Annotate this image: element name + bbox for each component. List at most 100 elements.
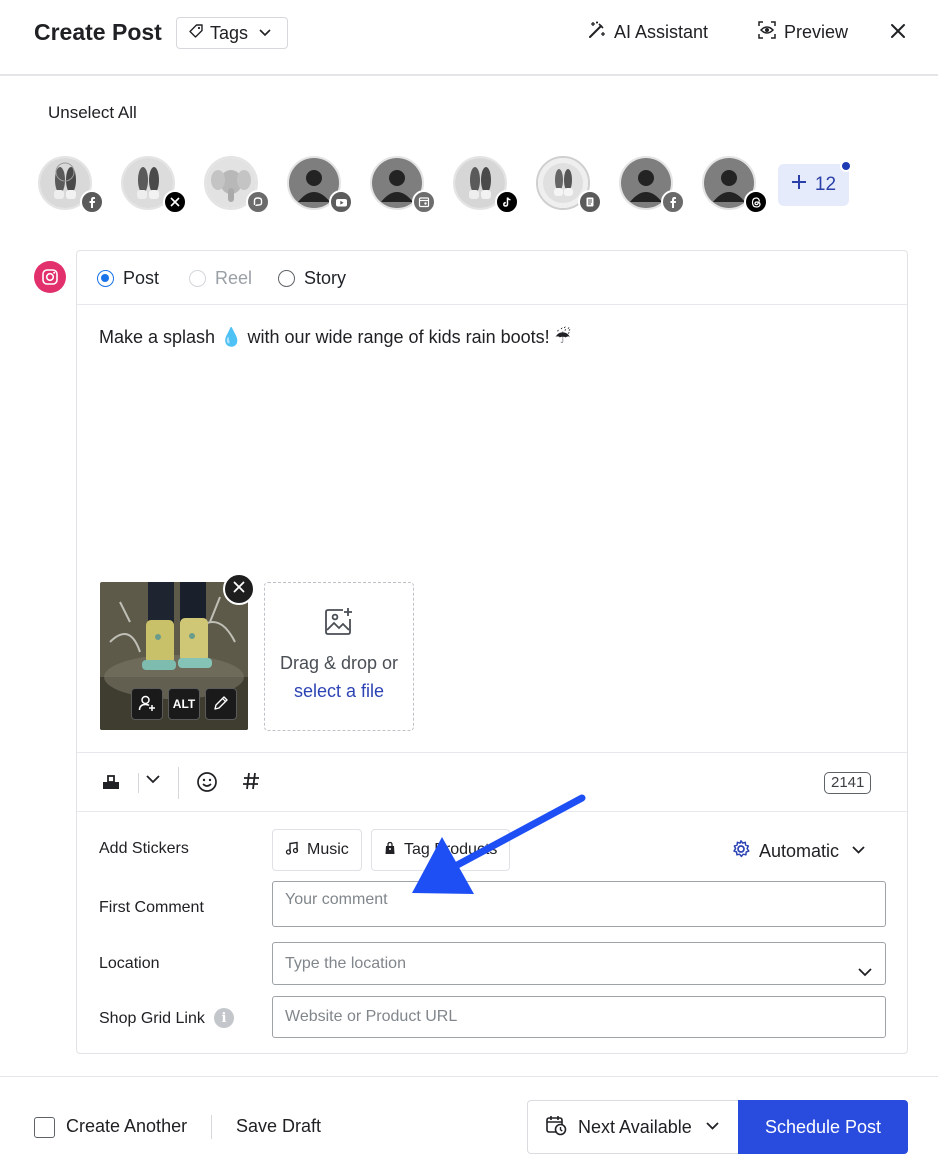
x-icon — [163, 190, 187, 214]
eye-icon — [757, 20, 777, 45]
ai-assistant-label: AI Assistant — [614, 22, 709, 42]
create-another-checkbox[interactable] — [34, 1117, 55, 1138]
music-label: Music — [307, 841, 349, 858]
shop-grid-link-label: Shop Grid Link — [99, 1010, 205, 1027]
radio-unchecked-icon — [278, 270, 295, 287]
annotation-arrow — [412, 794, 586, 894]
calendar-clock-icon — [545, 1114, 567, 1141]
post-type-label: Story — [304, 268, 347, 288]
post-type-label: Reel — [215, 268, 253, 288]
chevron-down-icon — [145, 771, 161, 792]
more-accounts-count: 12 — [814, 174, 837, 195]
automatic-label: Automatic — [759, 841, 840, 861]
account-avatar[interactable] — [453, 156, 519, 214]
location-select[interactable]: Type the location — [272, 942, 886, 985]
post-editor: Post Reel Story Make a splash 💧 with our… — [76, 250, 908, 1054]
media-dropzone[interactable]: Drag & drop or select a file — [264, 582, 414, 731]
tags-label: Tags — [210, 22, 249, 43]
tags-button[interactable]: Tags — [176, 17, 288, 49]
plus-icon — [791, 174, 807, 196]
hashtag-button[interactable] — [241, 771, 261, 796]
tiktok-icon — [495, 190, 519, 214]
remove-media-button[interactable] — [223, 573, 255, 605]
emoji-icon — [196, 771, 218, 798]
youtube-icon — [329, 190, 353, 214]
page-icon — [578, 190, 602, 214]
user-add-icon — [138, 694, 156, 715]
tag-people-button[interactable] — [131, 688, 163, 720]
library-dropdown-button[interactable] — [145, 771, 161, 792]
mastodon-icon — [246, 190, 270, 214]
info-icon[interactable]: i — [214, 1008, 234, 1028]
account-avatar[interactable] — [536, 156, 602, 214]
schedule-post-button[interactable]: Schedule Post — [738, 1100, 908, 1154]
save-draft-button[interactable]: Save Draft — [236, 1116, 321, 1137]
unselect-all-button[interactable]: Unselect All — [48, 103, 137, 123]
next-available-dropdown[interactable]: Next Available — [527, 1100, 739, 1154]
select-file-link[interactable]: select a file — [265, 681, 413, 702]
post-type-reel-radio[interactable]: Reel — [189, 268, 252, 289]
post-type-story-radio[interactable]: Story — [278, 268, 346, 289]
account-avatar[interactable] — [287, 156, 353, 214]
footer: Create Another Save Draft Next Available… — [0, 1076, 938, 1164]
alt-label: ALT — [172, 697, 196, 711]
post-type-label: Post — [123, 268, 160, 288]
threads-icon — [744, 190, 768, 214]
shop-grid-link-input[interactable]: Website or Product URL — [272, 996, 886, 1038]
content-library-button[interactable] — [101, 771, 121, 796]
toolbar-divider — [138, 773, 139, 793]
add-stickers-label: Add Stickers — [99, 840, 189, 857]
account-avatar[interactable] — [38, 156, 104, 214]
tag-icon — [188, 23, 204, 44]
create-another-label[interactable]: Create Another — [66, 1116, 187, 1137]
radio-checked-icon — [97, 270, 114, 287]
account-avatar[interactable] — [619, 156, 685, 214]
add-image-icon — [324, 607, 354, 642]
next-available-label: Next Available — [578, 1116, 692, 1137]
media-toolbar: ALT — [131, 688, 237, 720]
close-button[interactable] — [886, 21, 910, 45]
facebook-icon — [80, 190, 104, 214]
automatic-dropdown[interactable]: Automatic — [731, 839, 866, 864]
dropzone-text: Drag & drop or — [279, 653, 399, 673]
post-type-selector: Post Reel Story — [77, 251, 907, 305]
instagram-icon — [34, 261, 66, 293]
toolbar-divider — [178, 767, 179, 799]
account-avatar[interactable] — [702, 156, 768, 214]
close-icon — [890, 23, 906, 44]
chevron-down-icon — [258, 23, 272, 44]
magic-wand-icon — [587, 20, 607, 45]
edit-media-button[interactable] — [205, 688, 237, 720]
chevron-down-icon — [705, 1117, 720, 1138]
ai-assistant-button[interactable]: AI Assistant — [587, 20, 708, 45]
close-icon — [233, 580, 245, 598]
location-label: Location — [99, 955, 160, 972]
account-avatar[interactable] — [370, 156, 436, 214]
stack-icon — [101, 771, 121, 796]
character-count: 2141 — [824, 772, 872, 794]
preview-button[interactable]: Preview — [757, 20, 848, 45]
alt-text-button[interactable]: ALT — [168, 688, 200, 720]
notification-dot — [840, 160, 852, 172]
google-business-icon — [412, 190, 436, 214]
first-comment-label: First Comment — [99, 899, 204, 916]
pencil-icon — [213, 695, 229, 714]
emoji-button[interactable] — [196, 771, 218, 798]
header: Create Post Tags AI Assistant Preview — [0, 0, 938, 76]
music-button[interactable]: Music — [272, 829, 362, 871]
chevron-down-icon — [851, 841, 866, 862]
shopping-bag-icon — [384, 841, 396, 860]
page-title: Create Post — [34, 19, 162, 45]
music-note-icon — [285, 841, 299, 860]
hashtag-icon — [241, 771, 261, 796]
post-type-post-radio[interactable]: Post — [97, 268, 159, 289]
footer-divider — [211, 1115, 212, 1139]
account-avatar[interactable] — [121, 156, 187, 214]
preview-label: Preview — [784, 22, 849, 42]
more-accounts-button[interactable]: 12 — [778, 164, 849, 206]
caption-text[interactable]: Make a splash 💧 with our wide range of k… — [99, 327, 571, 348]
location-placeholder: Type the location — [285, 955, 406, 972]
gear-icon — [731, 839, 751, 864]
facebook-icon — [661, 190, 685, 214]
account-avatar[interactable] — [204, 156, 270, 214]
